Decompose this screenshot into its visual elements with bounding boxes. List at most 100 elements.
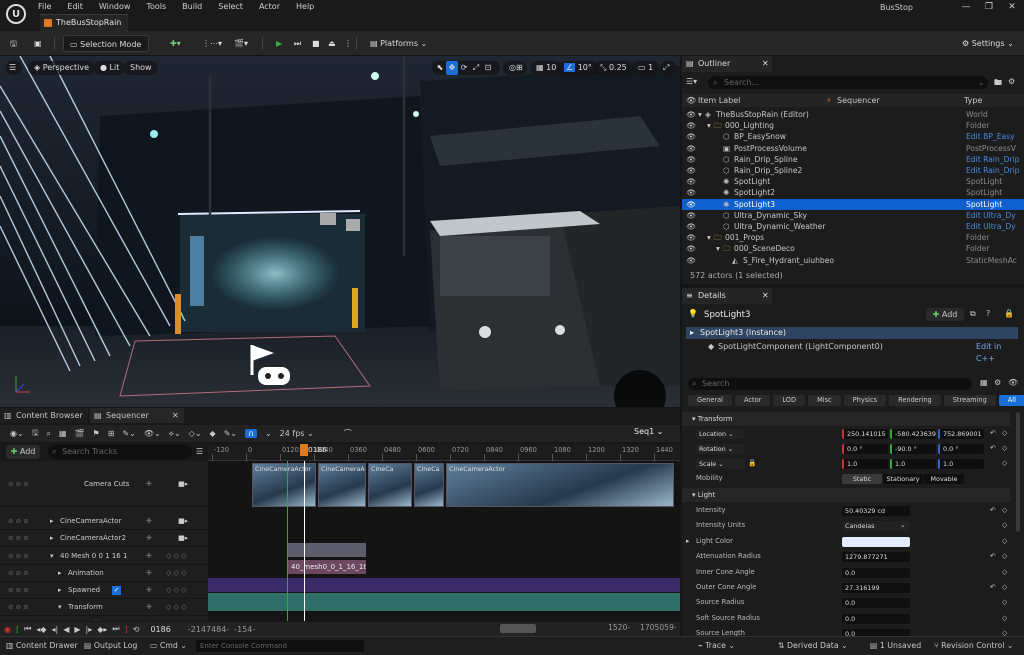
property-value-field[interactable]: 50.40329 cd: [842, 506, 910, 516]
scale-snap-button[interactable]: ⤡ 0.25: [594, 61, 633, 75]
location-y-field[interactable]: -580.423639: [890, 429, 936, 439]
playhead-handle[interactable]: [300, 444, 308, 456]
track-filter-icon[interactable]: ☰: [196, 447, 203, 456]
viewport-menu-button[interactable]: ☰: [6, 61, 22, 75]
step-icon[interactable]: ⏭: [288, 35, 307, 52]
key-icon[interactable]: ◇⌄: [189, 429, 202, 438]
camera-icon[interactable]: 🎬: [75, 429, 85, 438]
mobility-movable[interactable]: Movable: [924, 474, 964, 484]
sequence-name[interactable]: Seq1 ⌄: [634, 427, 663, 436]
property-value-field[interactable]: 0.0: [842, 567, 910, 578]
track-row[interactable]: ⊘ ⊘ ⊘ Location ✚ ◇ ◇ ◇: [0, 616, 208, 621]
camera-clip[interactable]: CineCa: [414, 463, 444, 507]
property-value-field[interactable]: 0.0: [842, 613, 910, 624]
lit-button[interactable]: ● Lit: [94, 61, 126, 75]
camera-clip[interactable]: CineCa: [368, 463, 412, 507]
filter-chip[interactable]: General: [688, 395, 732, 406]
rotation-z-field[interactable]: 0.0 °: [938, 444, 984, 454]
animation-clip[interactable]: 40_mesh0_0_1_16_1t: [288, 560, 366, 574]
current-frame[interactable]: 0186: [150, 625, 170, 634]
keyframe-icon[interactable]: ◇ ◇ ◇: [166, 565, 187, 582]
local-space-icon[interactable]: ⊡: [482, 61, 494, 75]
col-item-label[interactable]: Item Label: [698, 94, 740, 107]
visibility-icon[interactable]: 👁: [686, 154, 696, 165]
maximize-viewport-icon[interactable]: ⤢: [660, 61, 676, 75]
outliner-row[interactable]: 👁 ⬡ BP_EasySnow Edit BP_Easy: [682, 131, 1024, 142]
filter-chip[interactable]: Physics: [843, 395, 887, 406]
track-state-icons[interactable]: ⊘ ⊘ ⊘: [8, 582, 29, 599]
chevron-right-icon[interactable]: ▾: [50, 548, 54, 565]
visibility-icon[interactable]: 👁: [686, 94, 696, 107]
track-row[interactable]: ⊘ ⊘ ⊘ ▸ Spawned ✓ ✚ ◇ ◇ ◇: [0, 582, 208, 599]
track-row[interactable]: ⊘ ⊘ ⊘ ▾ Transform ✚ ◇ ◇ ◇: [0, 599, 208, 616]
reset-icon[interactable]: ↶: [990, 426, 996, 441]
perspective-button[interactable]: ◈ Perspective: [28, 61, 96, 75]
outliner-item-type[interactable]: Edit Ultra_Dy: [966, 210, 1016, 221]
filter-chip[interactable]: Rendering: [889, 395, 941, 406]
outliner-row[interactable]: 👁 ◭ S_Fire_Hydrant_uiuhbeo StaticMeshAc: [682, 255, 1024, 266]
outliner-row[interactable]: 👁 ▣ PostProcessVolume PostProcessV: [682, 143, 1024, 154]
curve-editor-icon[interactable]: ⌒: [344, 428, 352, 439]
settings-icon[interactable]: ⚙: [1008, 77, 1015, 86]
scale-dropdown[interactable]: Scale ⌄: [696, 459, 744, 469]
add-key-icon[interactable]: ✚: [146, 599, 152, 616]
blueprint-icon[interactable]: ⧉: [970, 309, 976, 319]
snap-options-icon[interactable]: ⌄: [265, 429, 272, 438]
outliner-row[interactable]: 👁 ✺ SpotLight2 SpotLight: [682, 187, 1024, 198]
add-component-button[interactable]: ✚ Add: [926, 308, 964, 321]
col-sequencer[interactable]: Sequencer: [837, 94, 880, 107]
settings-button[interactable]: ⚙ Settings ⌄: [956, 35, 1020, 52]
keyframe-icon[interactable]: ◇ ◇ ◇: [166, 599, 187, 616]
add-key-icon[interactable]: ✚: [146, 530, 152, 547]
close-icon[interactable]: ✕: [762, 288, 769, 304]
add-key-icon[interactable]: ✚: [146, 616, 152, 621]
key-end-icon[interactable]: ]: [125, 625, 128, 634]
select-tool-icon[interactable]: ⬉: [434, 61, 446, 75]
keyframe-icon[interactable]: ◇: [1002, 503, 1007, 518]
track-state-icons[interactable]: ⊘ ⊘ ⊘: [8, 599, 29, 616]
blueprint-button[interactable]: ⋮⋯▾: [196, 35, 228, 52]
mobility-stationary[interactable]: Stationary: [883, 474, 923, 484]
outliner-row[interactable]: 👁 ▾ 🗀 000_Lighting Folder: [682, 120, 1024, 131]
content-icon[interactable]: ▣: [28, 35, 48, 52]
outliner-item-type[interactable]: Edit Rain_Drip: [966, 154, 1020, 165]
visibility-icon[interactable]: 👁: [686, 199, 696, 210]
add-actor-button[interactable]: ✚▾: [164, 35, 187, 52]
menu-item[interactable]: Edit: [59, 0, 91, 14]
track-search-input[interactable]: ⌕ Search Tracks: [48, 445, 192, 459]
unreal-logo-icon[interactable]: U: [6, 4, 26, 24]
document-tab[interactable]: TheBusStopRain: [40, 14, 128, 31]
chevron-right-icon[interactable]: ▸: [50, 530, 54, 547]
tools-icon[interactable]: ✎⌄: [122, 429, 135, 438]
lock-icon[interactable]: 🔒: [748, 456, 756, 471]
track-state-icons[interactable]: ⊘ ⊘ ⊘: [8, 548, 29, 565]
play-icon[interactable]: ▶: [270, 35, 288, 52]
content-drawer-button[interactable]: ▥ Content Drawer: [6, 637, 78, 655]
light-section[interactable]: ▾ Light: [682, 488, 1010, 502]
prev-frame-icon[interactable]: ◂|: [51, 625, 58, 634]
rotate-tool-icon[interactable]: ⟳: [458, 61, 470, 75]
derived-data-button[interactable]: ⇅ Derived Data ⌄: [778, 637, 848, 655]
console-input[interactable]: Enter Console Command: [196, 640, 364, 652]
camera-icon[interactable]: ■▸: [178, 530, 188, 547]
revision-control-button[interactable]: ⑂ Revision Control ⌄: [934, 637, 1013, 655]
col-type[interactable]: Type: [964, 94, 982, 107]
outliner-row[interactable]: 👁 ▾ 🗀 001_Props Folder: [682, 232, 1024, 243]
play-options-icon[interactable]: ⋮: [338, 35, 358, 52]
outliner-row[interactable]: 👁 ▾ ◈ TheBusStopRain (Editor) World: [682, 109, 1024, 120]
chevron-right-icon[interactable]: ▸: [58, 582, 62, 599]
chevron-down-icon[interactable]: ▾: [716, 243, 720, 254]
transform-section[interactable]: ▾ Transform: [682, 412, 1010, 426]
flag-icon[interactable]: ⚑: [93, 429, 100, 438]
unsaved-button[interactable]: ▤ 1 Unsaved: [870, 637, 921, 655]
grid-icon[interactable]: ⊞: [108, 429, 115, 438]
add-key-icon[interactable]: ✚: [146, 582, 152, 599]
outliner-row[interactable]: 👁 ✺ SpotLight3 SpotLight: [682, 198, 1024, 210]
keyframe-icon[interactable]: ◇: [1002, 534, 1007, 549]
visibility-icon[interactable]: 👁: [686, 187, 696, 198]
outliner-row[interactable]: 👁 ⬡ Rain_Drip_Spline Edit Rain_Drip: [682, 154, 1024, 165]
range-start[interactable]: -2147484-: [188, 625, 229, 634]
outliner-item-type[interactable]: Edit Rain_Drip: [966, 165, 1020, 176]
menu-item[interactable]: Actor: [251, 0, 288, 14]
outliner-tab[interactable]: ▤ Outliner ✕: [682, 56, 772, 72]
